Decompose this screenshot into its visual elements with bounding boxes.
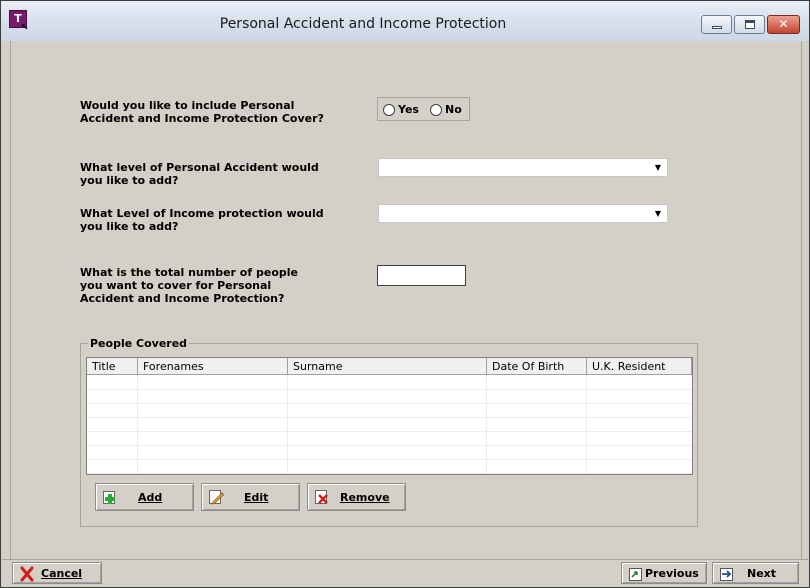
table-row[interactable] <box>87 390 692 404</box>
previous-button-label: Previous <box>645 567 699 580</box>
remove-icon <box>315 490 328 504</box>
chevron-down-icon[interactable]: ▼ <box>651 161 665 175</box>
next-button-label: Next <box>747 567 777 580</box>
previous-button[interactable]: Previous <box>621 562 707 584</box>
radio-no[interactable]: No <box>430 103 462 116</box>
footer-bar: Cancel Previous Next <box>2 559 808 587</box>
dialog-window: T ↖ Personal Accident and Income Protect… <box>0 0 810 588</box>
radio-no-label: No <box>445 103 462 116</box>
title-bar[interactable]: T ↖ Personal Accident and Income Protect… <box>1 1 809 41</box>
next-icon <box>720 568 733 581</box>
column-header-uk-resident[interactable]: U.K. Resident <box>587 358 692 375</box>
table-header: Title Forenames Surname Date Of Birth U.… <box>87 358 692 375</box>
cancel-button-label: Cancel <box>41 567 83 580</box>
next-button[interactable]: Next <box>712 562 799 584</box>
close-button[interactable]: ✕ <box>767 15 800 34</box>
remove-button[interactable]: Remove <box>307 483 406 511</box>
add-icon <box>103 491 115 504</box>
table-row[interactable] <box>87 446 692 460</box>
column-divider <box>287 375 288 474</box>
add-button-label: Add <box>138 491 163 504</box>
column-header-forenames[interactable]: Forenames <box>138 358 288 375</box>
chevron-down-icon[interactable]: ▼ <box>651 207 665 221</box>
include-cover-radio-group: Yes No <box>377 97 470 121</box>
window-title: Personal Accident and Income Protection <box>219 16 507 32</box>
remove-button-label: Remove <box>340 491 390 504</box>
pa-level-question: What level of Personal Accident would yo… <box>80 161 319 187</box>
ip-level-select[interactable]: ▼ <box>378 204 668 223</box>
add-button[interactable]: Add <box>95 483 194 511</box>
minimize-icon <box>712 26 722 29</box>
column-divider <box>137 375 138 474</box>
table-row[interactable] <box>87 432 692 446</box>
edit-pencil-icon <box>209 490 224 505</box>
include-cover-question: Would you like to include Personal Accid… <box>80 99 324 125</box>
minimize-button[interactable] <box>701 15 732 34</box>
cancel-x-icon <box>20 566 34 582</box>
column-divider <box>486 375 487 474</box>
people-count-question: What is the total number of people you w… <box>80 266 298 305</box>
table-row[interactable] <box>87 404 692 418</box>
people-covered-table[interactable]: Title Forenames Surname Date Of Birth U.… <box>86 357 693 475</box>
table-row[interactable] <box>87 460 692 474</box>
edit-button-label: Edit <box>244 491 269 504</box>
previous-icon <box>629 568 642 581</box>
radio-no-circle[interactable] <box>430 103 442 116</box>
column-divider <box>586 375 587 474</box>
close-icon: ✕ <box>778 17 789 31</box>
table-row[interactable] <box>87 376 692 390</box>
cancel-button[interactable]: Cancel <box>12 562 102 584</box>
ip-level-question: What Level of Income protection would yo… <box>80 207 324 233</box>
edit-button[interactable]: Edit <box>201 483 300 511</box>
pa-level-select[interactable]: ▼ <box>378 158 668 177</box>
column-header-dob[interactable]: Date Of Birth <box>487 358 587 375</box>
people-covered-title: People Covered <box>88 337 190 350</box>
radio-yes-circle[interactable] <box>383 103 395 116</box>
maximize-button[interactable] <box>734 15 765 34</box>
maximize-icon <box>745 20 755 29</box>
column-header-title[interactable]: Title <box>87 358 138 375</box>
radio-yes[interactable]: Yes <box>383 103 419 116</box>
table-row[interactable] <box>87 418 692 432</box>
radio-yes-label: Yes <box>398 103 419 116</box>
people-count-input[interactable] <box>377 265 466 286</box>
column-header-surname[interactable]: Surname <box>288 358 487 375</box>
